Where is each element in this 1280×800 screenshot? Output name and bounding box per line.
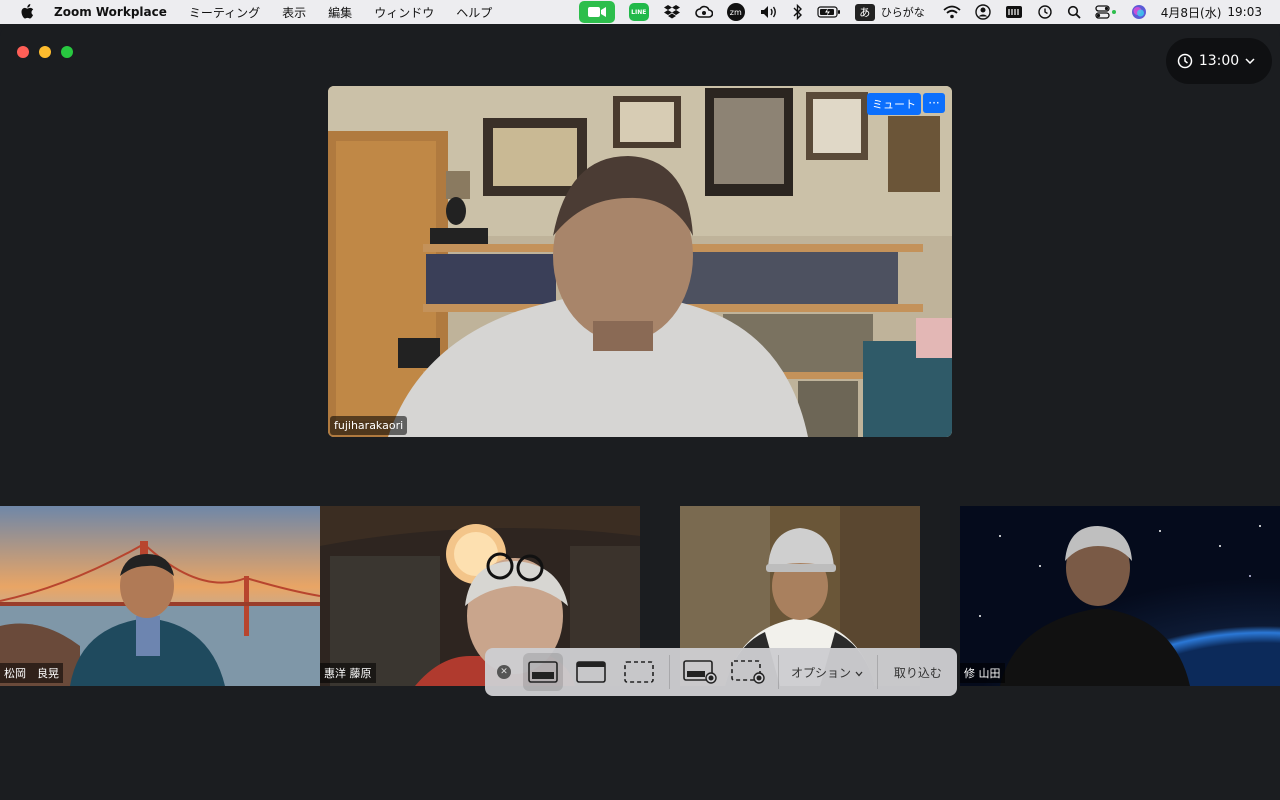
menu-edit[interactable]: 編集 — [328, 4, 352, 21]
speaker-name-tag: fujiharakaori — [330, 416, 408, 435]
input-method-label[interactable]: ひらがな — [881, 4, 925, 20]
record-selection-button[interactable] — [728, 653, 768, 691]
toolbar-divider — [876, 655, 878, 689]
record-entire-screen-button[interactable] — [680, 653, 720, 691]
close-toolbar-button[interactable]: ✕ — [497, 665, 511, 679]
zoom-menubar-icon[interactable]: zm — [726, 0, 745, 24]
capture-entire-screen-button[interactable] — [523, 653, 563, 691]
zoom-meeting-window: 13:00 ミュート ··· fujiharakaori 松岡 良晃 惠洋 藤原… — [0, 26, 1280, 800]
capture-button[interactable]: 取り込む — [894, 664, 942, 681]
participant-name-tag: 惠洋 藤原 — [320, 663, 376, 683]
wifi-icon[interactable] — [943, 0, 961, 24]
apple-menu-icon[interactable] — [20, 4, 34, 20]
participant-tile[interactable]: 松岡 良晃 — [0, 506, 320, 686]
more-options-button[interactable]: ··· — [923, 93, 945, 113]
speaker-video-frame — [328, 86, 952, 437]
meeting-timer-value: 13:00 — [1198, 53, 1240, 69]
mute-participant-button[interactable]: ミュート — [867, 93, 921, 115]
bluetooth-icon[interactable] — [793, 0, 803, 24]
window-capture-icon — [576, 661, 606, 683]
active-speaker-video[interactable]: ミュート ··· fujiharakaori — [328, 86, 952, 437]
window-zoom-button[interactable] — [61, 46, 73, 58]
selection-capture-icon — [624, 661, 654, 683]
entire-screen-icon — [528, 661, 558, 683]
menu-bar: Zoom Workplace ミーティング 表示 編集 ウィンドウ ヘルプ LI… — [0, 0, 1280, 24]
line-app-icon[interactable]: LINE — [628, 0, 649, 24]
user-account-icon[interactable] — [975, 0, 991, 24]
menu-help[interactable]: ヘルプ — [456, 4, 492, 21]
dropbox-icon[interactable] — [663, 0, 681, 24]
siri-icon[interactable] — [1131, 0, 1147, 24]
memory-meter-icon[interactable] — [1005, 0, 1023, 24]
volume-icon[interactable] — [759, 0, 779, 24]
chevron-down-icon — [855, 671, 863, 676]
menu-view[interactable]: 表示 — [282, 4, 306, 21]
participant-video-space — [960, 506, 1280, 686]
spotlight-search-icon[interactable] — [1067, 0, 1081, 24]
capture-window-button[interactable] — [571, 653, 611, 691]
options-menu-button[interactable]: オプション — [791, 664, 863, 681]
app-name-menu[interactable]: Zoom Workplace — [54, 5, 167, 19]
window-close-button[interactable] — [17, 46, 29, 58]
meeting-timer-button[interactable]: 13:00 — [1166, 38, 1272, 84]
toolbar-divider — [669, 655, 670, 689]
menu-window[interactable]: ウィンドウ — [374, 4, 434, 21]
chevron-down-icon — [1245, 58, 1255, 64]
record-screen-icon — [683, 660, 717, 684]
menubar-clock[interactable]: 19:03 — [1227, 5, 1262, 19]
menubar-date[interactable]: 4月8日(水) — [1161, 4, 1222, 21]
control-center-icon[interactable] — [1095, 0, 1117, 24]
toolbar-divider — [778, 655, 779, 689]
input-method-icon[interactable]: あ — [854, 3, 875, 21]
creative-cloud-icon[interactable] — [694, 0, 713, 24]
window-minimize-button[interactable] — [39, 46, 51, 58]
options-label: オプション — [791, 665, 852, 680]
record-selection-icon — [731, 660, 765, 684]
zoom-camera-icon[interactable] — [578, 1, 615, 23]
clock-icon — [1177, 53, 1193, 69]
menu-meeting[interactable]: ミーティング — [189, 4, 260, 21]
battery-icon[interactable] — [817, 0, 841, 24]
capture-selection-button[interactable] — [619, 653, 659, 691]
participant-video-golden-gate — [0, 506, 320, 686]
participant-tile[interactable]: 修 山田 — [960, 506, 1280, 686]
time-machine-icon[interactable] — [1037, 0, 1053, 24]
participant-name-tag: 修 山田 — [960, 663, 1005, 683]
participant-name-tag: 松岡 良晃 — [0, 663, 63, 683]
screenshot-toolbar: ✕ オプション 取り込む — [485, 648, 957, 696]
